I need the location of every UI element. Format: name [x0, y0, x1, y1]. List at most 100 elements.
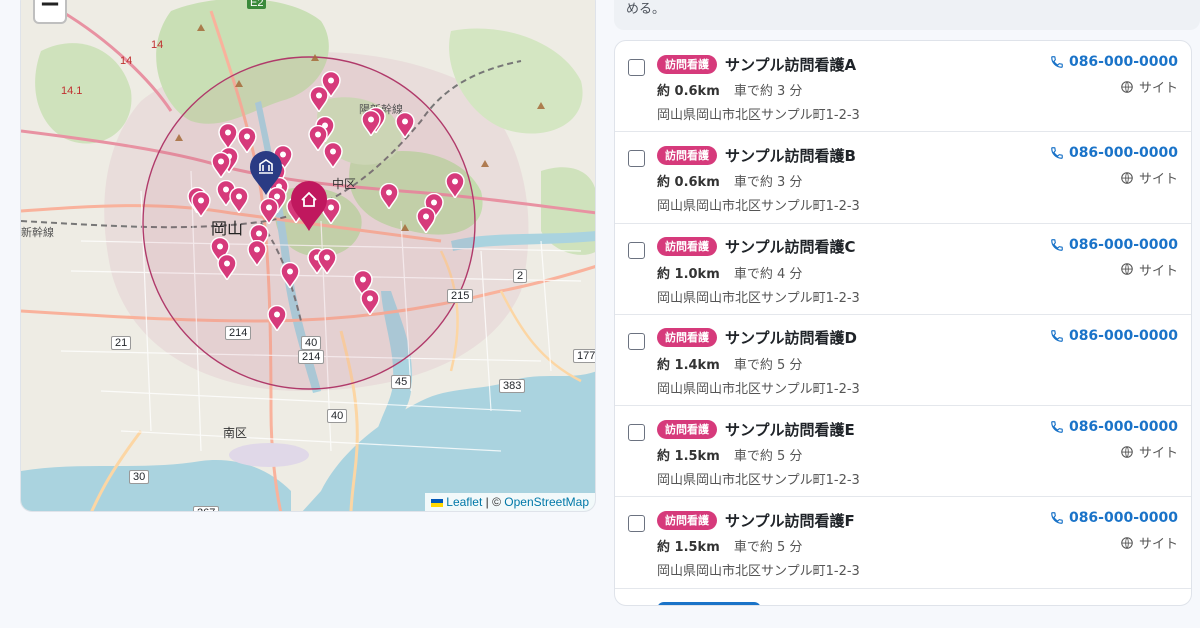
- phone-link[interactable]: 086-000-0000: [1050, 54, 1178, 70]
- facility-marker-icon[interactable]: [323, 142, 343, 168]
- facility-marker-icon[interactable]: [259, 198, 279, 224]
- select-checkbox[interactable]: [628, 241, 645, 259]
- website-label[interactable]: サイト: [1139, 77, 1178, 96]
- facility-name[interactable]: サンプル訪問看護A: [725, 54, 856, 75]
- distance: 約 0.6km: [657, 175, 720, 191]
- facility-list: 訪問看護 サンプル訪問看護A 約 0.6km 車で約 3 分 岡山県岡山市北区サ…: [614, 40, 1192, 606]
- website-link[interactable]: サイト: [1120, 533, 1178, 552]
- phone-number[interactable]: 086-000-0000: [1069, 237, 1178, 253]
- address: 岡山県岡山市北区サンプル町1-2-3: [657, 290, 860, 306]
- drive-time: 車で約 3 分: [733, 175, 803, 191]
- category-badge: 訪問看護: [657, 145, 717, 165]
- globe-icon: [1121, 537, 1133, 549]
- station-marker-icon[interactable]: [249, 151, 283, 195]
- distance: 約 1.0km: [657, 266, 720, 282]
- facility-marker-icon[interactable]: [309, 86, 329, 112]
- phone-link[interactable]: 086-000-0000: [1050, 237, 1178, 253]
- phone-number[interactable]: 086-000-0000: [1069, 145, 1178, 161]
- list-item[interactable]: 訪問看護 サンプル訪問看護F 約 1.5km 車で約 5 分 岡山県岡山市北区サ…: [615, 497, 1191, 589]
- address: 岡山県岡山市北区サンプル町1-2-3: [657, 199, 860, 215]
- zoom-out-button[interactable]: −: [33, 0, 67, 24]
- list-item[interactable]: 訪問看護 サンプル訪問看護E 約 1.5km 車で約 5 分 岡山県岡山市北区サ…: [615, 406, 1191, 498]
- phone-link[interactable]: 086-000-0000: [1050, 510, 1178, 526]
- facility-marker-icon[interactable]: [317, 248, 337, 274]
- partial-badge: [657, 601, 761, 605]
- facility-marker-icon[interactable]: [247, 240, 267, 266]
- list-item[interactable]: 訪問看護 サンプル訪問看護C 約 1.0km 車で約 4 分 岡山県岡山市北区サ…: [615, 224, 1191, 315]
- select-checkbox[interactable]: [628, 424, 645, 442]
- osm-link[interactable]: OpenStreetMap: [504, 495, 589, 509]
- website-label[interactable]: サイト: [1139, 260, 1178, 279]
- drive-time: 車で約 3 分: [733, 84, 803, 99]
- facility-marker-icon[interactable]: [267, 305, 287, 331]
- globe-icon: [1121, 80, 1133, 93]
- drive-time: 車で約 5 分: [733, 449, 803, 465]
- facility-name[interactable]: サンプル訪問看護F: [725, 510, 855, 531]
- phone-number[interactable]: 086-000-0000: [1069, 510, 1178, 526]
- website-link[interactable]: サイト: [1120, 442, 1178, 461]
- leaflet-link[interactable]: Leaflet: [446, 495, 482, 509]
- marker-layer[interactable]: [21, 0, 595, 511]
- facility-marker-icon[interactable]: [229, 187, 249, 213]
- distance: 約 1.4km: [657, 357, 720, 373]
- phone-number[interactable]: 086-000-0000: [1069, 419, 1178, 435]
- list-item[interactable]: 訪問看護 サンプル訪問看護B 約 0.6km 車で約 3 分 岡山県岡山市北区サ…: [615, 132, 1191, 224]
- website-label[interactable]: サイト: [1139, 168, 1178, 187]
- phone-number[interactable]: 086-000-0000: [1069, 54, 1178, 70]
- drive-time: 車で約 5 分: [733, 540, 803, 556]
- info-note-text: める。: [626, 2, 666, 17]
- globe-icon: [1121, 263, 1133, 275]
- list-item[interactable]: 訪問看護 サンプル訪問看護D 約 1.4km 車で約 5 分 岡山県岡山市北区サ…: [615, 315, 1191, 407]
- select-checkbox[interactable]: [628, 332, 645, 350]
- category-badge: 訪問看護: [657, 419, 717, 439]
- website-label[interactable]: サイト: [1139, 533, 1178, 552]
- category-badge: 訪問看護: [657, 54, 717, 74]
- globe-icon: [1121, 445, 1133, 458]
- facility-marker-icon[interactable]: [395, 112, 415, 138]
- attribution-separator: | ©: [482, 495, 505, 509]
- distance: 約 1.5km: [657, 540, 720, 556]
- facility-name[interactable]: サンプル訪問看護C: [725, 236, 856, 257]
- distance: 約 1.5km: [657, 449, 720, 465]
- drive-time: 車で約 5 分: [733, 357, 803, 373]
- facility-marker-icon[interactable]: [360, 289, 380, 315]
- home-marker-icon[interactable]: [290, 181, 328, 231]
- facility-marker-icon[interactable]: [379, 183, 399, 209]
- facility-marker-icon[interactable]: [280, 262, 300, 288]
- list-item[interactable]: 訪問看護 サンプル訪問看護A 約 0.6km 車で約 3 分 岡山県岡山市北区サ…: [615, 41, 1191, 133]
- facility-name[interactable]: サンプル訪問看護D: [725, 327, 857, 348]
- phone-link[interactable]: 086-000-0000: [1050, 419, 1178, 435]
- phone-link[interactable]: 086-000-0000: [1050, 145, 1178, 161]
- select-checkbox[interactable]: [628, 515, 645, 533]
- website-link[interactable]: サイト: [1120, 77, 1178, 96]
- facility-marker-icon[interactable]: [237, 127, 257, 153]
- phone-icon: [1051, 147, 1063, 160]
- facility-name[interactable]: サンプル訪問看護E: [725, 419, 855, 440]
- globe-icon: [1121, 172, 1133, 184]
- map-panel[interactable]: E2 14 14 14.1 2 215 214 214 40 40 21 45 …: [20, 0, 596, 512]
- category-badge: 訪問看護: [657, 237, 717, 257]
- facility-marker-icon[interactable]: [217, 254, 237, 280]
- select-checkbox[interactable]: [628, 59, 645, 76]
- facility-marker-icon[interactable]: [416, 207, 436, 233]
- facility-marker-icon[interactable]: [361, 110, 381, 136]
- website-link[interactable]: サイト: [1120, 168, 1178, 187]
- phone-link[interactable]: 086-000-0000: [1050, 328, 1178, 344]
- website-label[interactable]: サイト: [1139, 442, 1178, 461]
- map-attribution: Leaflet | © OpenStreetMap: [425, 493, 595, 511]
- phone-icon: [1051, 238, 1063, 251]
- phone-icon: [1051, 512, 1063, 525]
- facility-marker-icon[interactable]: [218, 123, 238, 149]
- facility-marker-icon[interactable]: [191, 191, 211, 217]
- phone-icon: [1051, 330, 1063, 342]
- drive-time: 車で約 4 分: [733, 266, 803, 282]
- website-link[interactable]: サイト: [1120, 260, 1178, 279]
- category-badge: 訪問看護: [657, 510, 717, 530]
- phone-number[interactable]: 086-000-0000: [1069, 328, 1178, 344]
- select-checkbox[interactable]: [628, 150, 645, 168]
- info-note: める。: [614, 0, 1200, 30]
- facility-name[interactable]: サンプル訪問看護B: [725, 145, 856, 166]
- address: 岡山県岡山市北区サンプル町1-2-3: [657, 473, 860, 489]
- facility-marker-icon[interactable]: [445, 172, 465, 198]
- facility-marker-icon[interactable]: [211, 152, 231, 178]
